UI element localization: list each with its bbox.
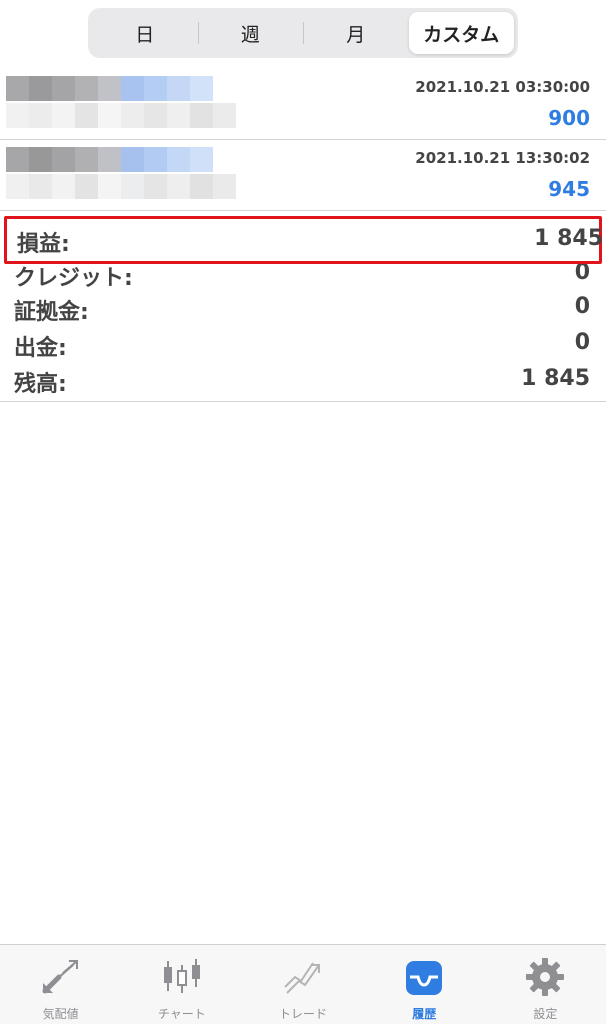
account-summary: クレジット: 0 損益: 1 845 証拠金: 0 出金: 0 残高: 1 84… bbox=[0, 214, 606, 402]
tab-settings[interactable]: 設定 bbox=[485, 945, 606, 1024]
deal-time: 2021.10.21 13:30:02 bbox=[415, 149, 590, 167]
tab-quotes[interactable]: 気配値 bbox=[0, 945, 121, 1024]
profit-value: 1 845 bbox=[534, 226, 603, 251]
deal-row[interactable]: 2021.10.21 03:30:00 900 bbox=[0, 70, 606, 140]
deposit-label: 証拠金: bbox=[14, 300, 89, 325]
withdrawal-value: 0 bbox=[574, 330, 590, 355]
redacted-symbol bbox=[6, 147, 238, 209]
redacted-symbol bbox=[6, 76, 238, 138]
inbox-history-icon bbox=[402, 955, 446, 999]
withdrawal-label: 出金: bbox=[14, 336, 67, 361]
tab-trade[interactable]: トレード bbox=[242, 945, 363, 1024]
tab-label: 履歴 bbox=[412, 1007, 437, 1021]
period-tab-week[interactable]: 週 bbox=[197, 12, 304, 54]
tab-label: 気配値 bbox=[42, 1007, 79, 1021]
deal-time: 2021.10.21 03:30:00 bbox=[415, 78, 590, 96]
gear-icon bbox=[523, 955, 567, 999]
profit-highlight-box: 損益: 1 845 bbox=[4, 216, 603, 264]
summary-row-withdrawal: 出金: 0 bbox=[0, 326, 606, 362]
period-tab-custom[interactable]: カスタム bbox=[408, 12, 514, 54]
candlestick-chart-icon bbox=[160, 955, 204, 999]
period-segmented-control: 日 週 月 カスタム bbox=[88, 8, 518, 58]
trade-trend-icon bbox=[281, 955, 325, 999]
balance-value: 1 845 bbox=[521, 366, 590, 391]
summary-row-profit: 損益: 1 845 bbox=[3, 222, 606, 258]
tab-label: 設定 bbox=[533, 1007, 558, 1021]
tab-history[interactable]: 履歴 bbox=[364, 945, 485, 1024]
tab-chart[interactable]: チャート bbox=[121, 945, 242, 1024]
deal-amount: 945 bbox=[548, 177, 590, 201]
summary-row-deposit: 証拠金: 0 bbox=[0, 290, 606, 326]
bottom-tab-bar: 気配値 チャート トレード 履歴 設定 bbox=[0, 944, 606, 1024]
deposit-value: 0 bbox=[574, 294, 590, 319]
profit-label: 損益: bbox=[17, 232, 70, 257]
summary-row-balance: 残高: 1 845 bbox=[0, 362, 606, 398]
balance-label: 残高: bbox=[14, 372, 67, 397]
period-selector-bar: 日 週 月 カスタム bbox=[0, 0, 606, 66]
deal-amount: 900 bbox=[548, 106, 590, 130]
credit-label: クレジット: bbox=[14, 266, 133, 291]
tab-label: チャート bbox=[157, 1007, 206, 1021]
period-tab-month[interactable]: 月 bbox=[303, 12, 409, 54]
deal-row[interactable]: 2021.10.21 13:30:02 945 bbox=[0, 141, 606, 211]
period-tab-day[interactable]: 日 bbox=[92, 12, 198, 54]
tab-label: トレード bbox=[279, 1007, 328, 1021]
quotes-arrows-icon bbox=[39, 955, 83, 999]
